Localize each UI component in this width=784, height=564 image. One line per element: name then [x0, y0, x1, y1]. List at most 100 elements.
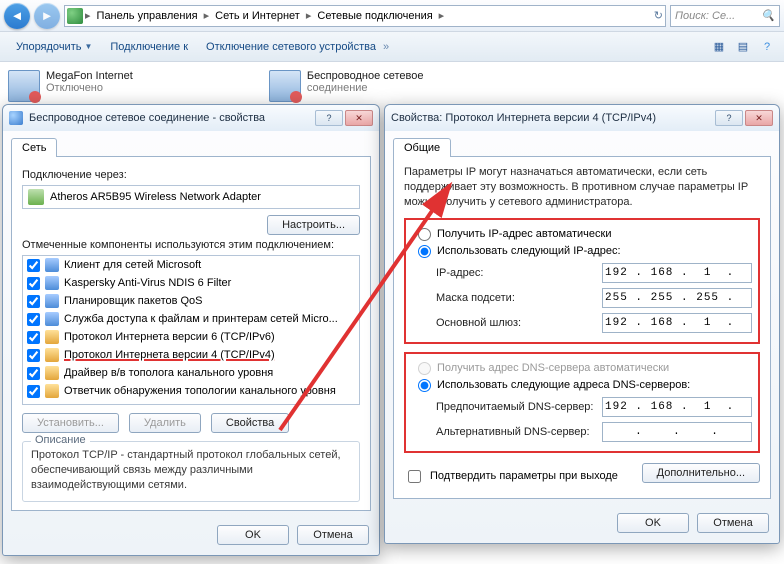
breadcrumb-seg[interactable]: Сетевые подключения — [313, 10, 436, 22]
component-checkbox[interactable] — [27, 385, 40, 398]
ip-address-row: IP-адрес: — [436, 263, 752, 283]
radio-input — [418, 362, 431, 375]
ip-address-input[interactable] — [602, 263, 752, 283]
list-item[interactable]: Клиент для сетей Microsoft — [23, 256, 359, 274]
radio-input[interactable] — [418, 379, 431, 392]
radio-manual-dns[interactable]: Использовать следующие адреса DNS-сервер… — [412, 379, 752, 392]
chevron-right-icon: ▸ — [439, 9, 445, 22]
radio-auto-ip[interactable]: Получить IP-адрес автоматически — [412, 228, 752, 241]
component-checkbox[interactable] — [27, 277, 40, 290]
adapter-icon — [28, 189, 44, 205]
dialog-titlebar[interactable]: Беспроводное сетевое соединение - свойст… — [3, 105, 379, 131]
client-icon — [45, 258, 59, 272]
connection-title: Беспроводное сетевое — [307, 70, 424, 82]
dns2-row: Альтернативный DNS-сервер: — [436, 422, 752, 442]
view-icon[interactable]: ▦ — [710, 38, 728, 56]
driver-icon — [45, 384, 59, 398]
components-label: Отмеченные компоненты используются этим … — [22, 239, 360, 251]
ip-settings-highlight: Получить IP-адрес автоматически Использо… — [404, 218, 760, 344]
component-checkbox[interactable] — [27, 259, 40, 272]
subnet-mask-input[interactable] — [602, 288, 752, 308]
tab-general[interactable]: Общие — [393, 138, 451, 157]
service-icon — [45, 312, 59, 326]
list-item[interactable]: Планировщик пакетов QoS — [23, 292, 359, 310]
toolbar: Упорядочить▼ Подключение к Отключение се… — [0, 32, 784, 62]
install-button[interactable]: Установить... — [22, 413, 119, 433]
service-icon — [45, 294, 59, 308]
connection-megafon[interactable]: MegaFon Internet Отключено — [4, 66, 137, 106]
disable-device-menu[interactable]: Отключение сетевого устройства» — [198, 37, 397, 57]
help-icon[interactable]: ? — [758, 38, 776, 56]
radio-manual-ip[interactable]: Использовать следующий IP-адрес: — [412, 245, 752, 258]
help-button[interactable]: ? — [315, 110, 343, 126]
search-placeholder: Поиск: Се... — [675, 10, 735, 22]
description-legend: Описание — [31, 434, 90, 446]
back-button[interactable]: ◄ — [4, 3, 30, 29]
list-item[interactable]: Протокол Интернета версии 6 (TCP/IPv6) — [23, 328, 359, 346]
list-item[interactable]: Kaspersky Anti-Virus NDIS 6 Filter — [23, 274, 359, 292]
help-button[interactable]: ? — [715, 110, 743, 126]
search-input[interactable]: Поиск: Се... 🔍 — [670, 5, 780, 27]
nav-bar: ◄ ► ▸ Панель управления ▸ Сеть и Интерне… — [0, 0, 784, 32]
component-checkbox[interactable] — [27, 313, 40, 326]
list-item-tcpipv4[interactable]: Протокол Интернета версии 4 (TCP/IPv4) — [23, 346, 359, 364]
confirm-on-exit-row[interactable]: Подтвердить параметры при выходе — [404, 467, 618, 486]
organize-menu[interactable]: Упорядочить▼ — [8, 37, 100, 57]
list-item[interactable]: Служба доступа к файлам и принтерам сете… — [23, 310, 359, 328]
cancel-button[interactable]: Отмена — [697, 513, 769, 533]
remove-button[interactable]: Удалить — [129, 413, 201, 433]
search-icon: 🔍 — [761, 9, 775, 22]
component-checkbox[interactable] — [27, 295, 40, 308]
ok-button[interactable]: OK — [617, 513, 689, 533]
configure-button[interactable]: Настроить... — [267, 215, 360, 235]
breadcrumb-seg[interactable]: Панель управления — [93, 10, 202, 22]
protocol-icon — [45, 330, 59, 344]
chevron-right-icon: ▸ — [204, 9, 210, 22]
computer-icon — [67, 8, 83, 24]
gateway-input[interactable] — [602, 313, 752, 333]
close-button[interactable]: ✕ — [345, 110, 373, 126]
protocol-icon — [45, 348, 59, 362]
ok-button[interactable]: OK — [217, 525, 289, 545]
connect-to-menu[interactable]: Подключение к — [102, 37, 196, 57]
breadcrumb[interactable]: ▸ Панель управления ▸ Сеть и Интернет ▸ … — [64, 5, 666, 27]
subnet-mask-row: Маска подсети: — [436, 288, 752, 308]
dns-settings-highlight: Получить адрес DNS-сервера автоматически… — [404, 352, 760, 453]
advanced-button[interactable]: Дополнительно... — [642, 463, 760, 483]
dialog-titlebar[interactable]: Свойства: Протокол Интернета версии 4 (T… — [385, 105, 779, 131]
chevron-right-icon: ▸ — [85, 9, 91, 22]
alternate-dns-input[interactable] — [602, 422, 752, 442]
radio-input[interactable] — [418, 245, 431, 258]
mask-label: Маска подсети: — [436, 292, 594, 304]
tab-network[interactable]: Сеть — [11, 138, 57, 157]
dialog-title: Беспроводное сетевое соединение - свойст… — [29, 112, 265, 124]
component-checkbox[interactable] — [27, 367, 40, 380]
connection-title-line2: соединение — [307, 82, 424, 94]
list-item[interactable]: Ответчик обнаружения топологии канальног… — [23, 382, 359, 400]
connection-wifi[interactable]: Беспроводное сетевое соединение — [265, 66, 428, 106]
component-checkbox[interactable] — [27, 331, 40, 344]
breadcrumb-seg[interactable]: Сеть и Интернет — [211, 10, 304, 22]
window-icon — [9, 111, 23, 125]
filter-icon — [45, 276, 59, 290]
confirm-checkbox[interactable] — [408, 470, 421, 483]
list-item[interactable]: Драйвер в/в тополога канального уровня — [23, 364, 359, 382]
component-checkbox[interactable] — [27, 349, 40, 362]
dns1-row: Предпочитаемый DNS-сервер: — [436, 397, 752, 417]
ip-label: IP-адрес: — [436, 267, 594, 279]
cancel-button[interactable]: Отмена — [297, 525, 369, 545]
wifi-properties-dialog: Беспроводное сетевое соединение - свойст… — [2, 104, 380, 556]
properties-button[interactable]: Свойства — [211, 413, 289, 433]
refresh-icon[interactable]: ↻ — [654, 9, 663, 22]
connections-list: MegaFon Internet Отключено Беспроводное … — [0, 62, 784, 110]
chevron-down-icon: ▼ — [84, 42, 92, 51]
radio-auto-dns[interactable]: Получить адрес DNS-сервера автоматически — [412, 362, 752, 375]
details-icon[interactable]: ▤ — [734, 38, 752, 56]
radio-input[interactable] — [418, 228, 431, 241]
ipv4-properties-dialog: Свойства: Протокол Интернета версии 4 (T… — [384, 104, 780, 544]
components-list[interactable]: Клиент для сетей Microsoft Kaspersky Ant… — [22, 255, 360, 405]
preferred-dns-input[interactable] — [602, 397, 752, 417]
close-button[interactable]: ✕ — [745, 110, 773, 126]
forward-button[interactable]: ► — [34, 3, 60, 29]
adapter-field: Atheros AR5B95 Wireless Network Adapter — [22, 185, 360, 209]
